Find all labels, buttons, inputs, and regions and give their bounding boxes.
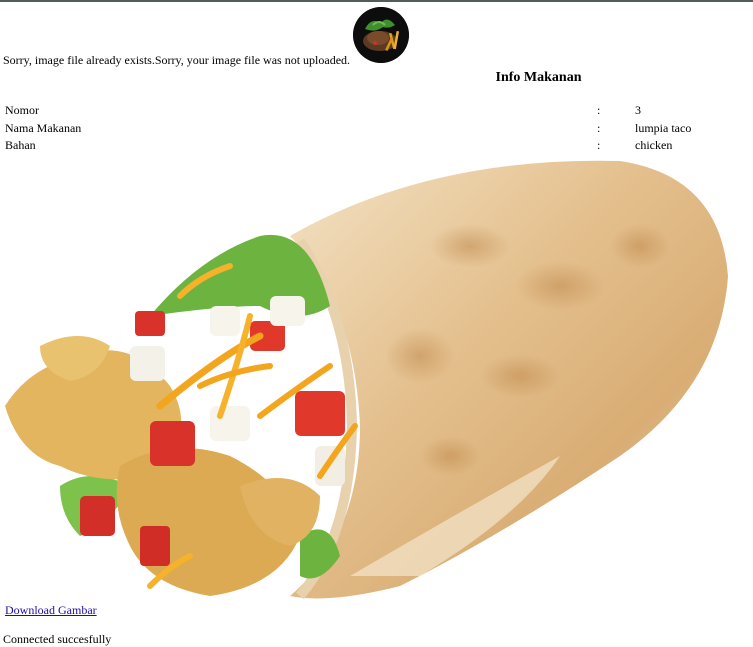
food-avatar-image	[353, 7, 409, 63]
upload-error-message: Sorry, image file already exists.Sorry, …	[3, 53, 351, 67]
info-row-bahan: Bahan : chicken	[5, 138, 753, 156]
info-row-nomor: Nomor : 3	[5, 103, 753, 121]
info-value: chicken	[635, 138, 673, 152]
food-image	[0, 156, 753, 604]
info-title: Info Makanan	[495, 70, 582, 85]
info-row-nama-makanan: Nama Makanan : lumpia taco	[5, 121, 753, 139]
info-value: 3	[635, 103, 641, 117]
download-image-link[interactable]: Download Gambar	[5, 603, 97, 618]
info-separator: :	[597, 103, 601, 117]
info-label: Nomor	[5, 103, 39, 117]
connection-status: Connected succesfully	[3, 632, 112, 646]
info-label: Bahan	[5, 138, 36, 152]
info-separator: :	[597, 138, 601, 152]
top-border	[0, 0, 753, 2]
info-value: lumpia taco	[635, 120, 692, 135]
info-separator: :	[597, 120, 601, 135]
info-table: Nomor : 3 Nama Makanan : lumpia taco Bah…	[5, 103, 753, 156]
info-label: Nama Makanan	[5, 120, 82, 135]
